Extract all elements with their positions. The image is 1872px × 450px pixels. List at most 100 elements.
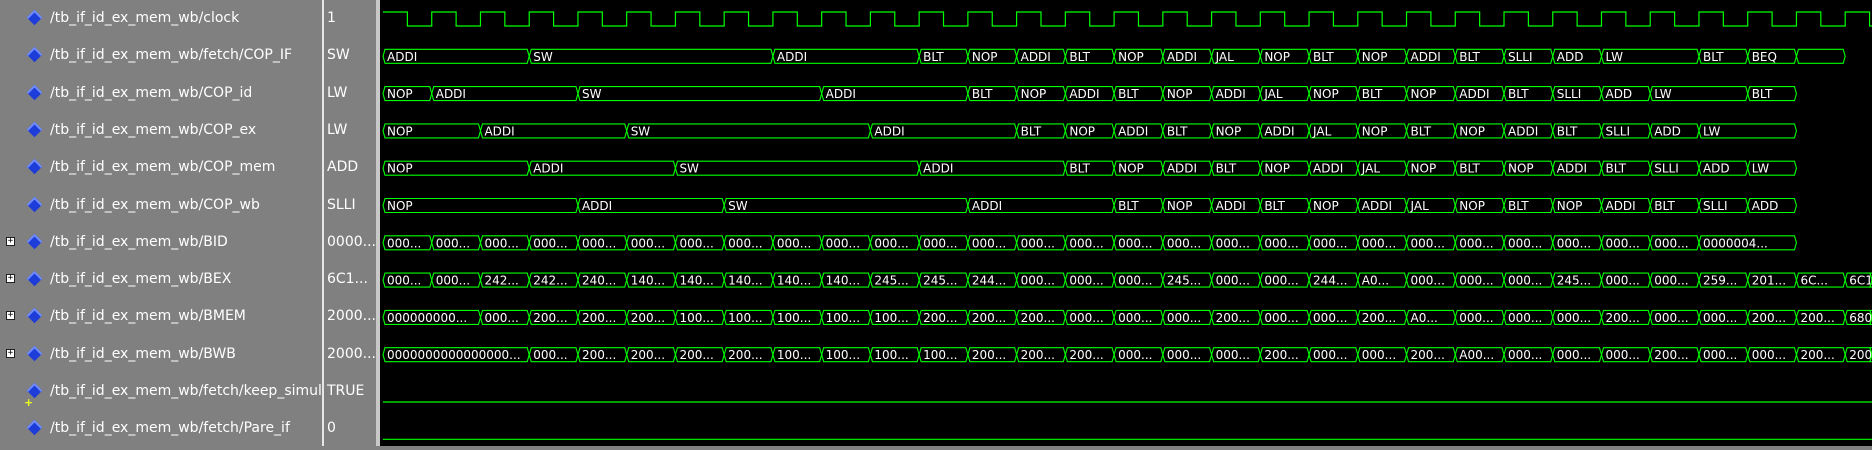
signal-row[interactable]: /tb_if_id_ex_mem_wb/fetch/COP_IF [0, 37, 322, 74]
bus-segment[interactable]: ADDI [772, 48, 920, 64]
bus-segment[interactable]: 200... [1747, 309, 1798, 325]
bus-segment[interactable]: 000... [1698, 347, 1749, 363]
bus-segment[interactable]: 140... [821, 272, 871, 288]
bus-segment[interactable]: 000... [1113, 235, 1164, 251]
bus-segment[interactable]: BLT [1064, 160, 1115, 176]
bus-segment[interactable]: 000... [1308, 347, 1359, 363]
bus-segment[interactable]: BLT [967, 86, 1018, 102]
bus-segment[interactable]: ADDI [1503, 123, 1554, 139]
bus-segment[interactable]: 200... [577, 309, 628, 325]
bus-segment[interactable]: 200... [1016, 309, 1066, 325]
bus-segment[interactable]: 240... [577, 272, 628, 288]
bus-segment[interactable]: 200... [528, 309, 579, 325]
bus-segment[interactable]: NOP [1016, 86, 1066, 102]
waveform-pane[interactable]: ADDI SW ADDI BLT NOP ADDI BLT NOP ADDI JAL NOP BLT N… [380, 0, 1872, 446]
bus-segment[interactable]: NOP [1405, 86, 1456, 102]
bus-segment[interactable]: 000... [528, 235, 579, 251]
bus-segment[interactable]: BLT [1454, 160, 1505, 176]
bus-segment[interactable]: 000... [1600, 347, 1651, 363]
signal-row[interactable]: /tb_if_id_ex_mem_wb/COP_wb [0, 187, 322, 224]
bus-segment[interactable]: NOP [382, 86, 433, 102]
bus-segment[interactable]: 000... [674, 235, 725, 251]
bus-segment[interactable]: 200... [1600, 309, 1651, 325]
bus-segment[interactable]: ADDI [479, 123, 628, 139]
bus-segment[interactable]: 200... [1357, 309, 1408, 325]
bus-segment[interactable]: 200... [918, 309, 969, 325]
bus-segment[interactable]: BLT [1552, 123, 1603, 139]
bus-segment[interactable]: 200... [1064, 347, 1115, 363]
bus-segment[interactable]: ADDI [1064, 86, 1115, 102]
bus-segment[interactable]: ADDI [1308, 160, 1359, 176]
bus-segment[interactable]: 100... [723, 309, 774, 325]
bus-segment[interactable]: 000... [626, 235, 677, 251]
bus-segment[interactable]: 242... [528, 272, 579, 288]
bus-segment[interactable]: NOP [1259, 48, 1310, 64]
bus-segment[interactable]: 000... [1357, 347, 1408, 363]
bus-segment[interactable]: BEQ [1747, 48, 1798, 64]
bus-segment[interactable]: 100... [772, 309, 823, 325]
bus-segment[interactable]: JAL [1405, 197, 1456, 214]
bus-segment[interactable]: 000... [1211, 235, 1261, 251]
bus-segment[interactable]: 000... [723, 235, 774, 251]
expand-toggle-icon[interactable]: + [6, 348, 15, 358]
bus-segment[interactable]: BLT [1211, 160, 1261, 176]
bus-segment[interactable]: 000... [1454, 309, 1505, 325]
bus-segment[interactable]: 000... [1454, 272, 1505, 288]
bus-segment[interactable]: 200... [967, 309, 1018, 325]
bus-segment[interactable]: 100... [918, 347, 969, 363]
bus-segment[interactable]: A00... [1454, 347, 1505, 363]
bus-segment[interactable]: SW [723, 197, 969, 214]
signal-row[interactable]: + /tb_if_id_ex_mem_wb/BMEM [0, 298, 322, 335]
bus-segment[interactable]: 245... [1162, 272, 1213, 288]
bus-segment[interactable]: 100... [674, 309, 725, 325]
bus-segment[interactable]: 000... [1211, 272, 1261, 288]
bus-segment[interactable]: 000... [1503, 347, 1554, 363]
bus-segment[interactable]: 000... [1503, 309, 1554, 325]
bus-segment[interactable]: A0... [1357, 272, 1408, 288]
bus-segment[interactable]: ADDI [1113, 123, 1164, 139]
bus-segment[interactable]: 000... [1747, 347, 1798, 363]
bus-segment[interactable]: BLT [1503, 86, 1554, 102]
bus-segment[interactable]: 000... [1308, 309, 1359, 325]
bus-segment[interactable]: 000... [869, 235, 920, 251]
bus-segment[interactable]: BLT [1503, 197, 1554, 214]
bus-segment[interactable]: 000... [382, 272, 433, 288]
bus-segment[interactable]: ADDI [1016, 48, 1066, 64]
bus-segment[interactable]: 140... [772, 272, 823, 288]
bus-segment[interactable]: NOP [382, 123, 482, 139]
bus-segment[interactable]: ADD [1747, 197, 1798, 214]
bus-segment[interactable]: NOP [382, 197, 579, 214]
bus-segment[interactable]: 000... [1357, 235, 1408, 251]
bus-segment[interactable]: SLLI [1503, 48, 1554, 64]
bus-segment[interactable]: ADD [1698, 160, 1749, 176]
bus-segment[interactable]: 200... [967, 347, 1018, 363]
bus-segment[interactable]: 200... [1211, 309, 1261, 325]
bus-segment[interactable]: BLT [1405, 123, 1456, 139]
bus-segment[interactable]: JAL [1357, 160, 1408, 176]
bus-segment[interactable]: 140... [626, 272, 677, 288]
bus-segment[interactable]: 100... [821, 309, 871, 325]
bus-segment[interactable]: 000... [1064, 235, 1115, 251]
bus-segment[interactable]: 000000000... [382, 309, 482, 325]
bus-segment[interactable]: 6C... [1795, 272, 1846, 288]
bus-segment[interactable]: 200... [1259, 347, 1310, 363]
bus-segment[interactable]: BLT [918, 48, 969, 64]
bus-segment[interactable]: BLT [1649, 197, 1700, 214]
bus-segment[interactable]: BLT [1357, 86, 1408, 102]
expand-toggle-icon[interactable]: + [6, 274, 15, 284]
bus-segment[interactable]: 0000000000000000... [382, 347, 530, 363]
bus-segment[interactable]: 000... [577, 235, 628, 251]
bus-segment[interactable]: LW [1698, 123, 1798, 139]
bus-segment[interactable]: 140... [723, 272, 774, 288]
bus-segment[interactable]: BLT [1454, 48, 1505, 64]
bus-segment[interactable]: A0... [1405, 309, 1456, 325]
bus-segment[interactable]: SLLI [1698, 197, 1749, 214]
bus-segment[interactable]: 0000004... [1698, 235, 1798, 251]
bus-segment[interactable]: JAL [1259, 86, 1310, 102]
bus-segment[interactable]: ADDI [1357, 197, 1408, 214]
bus-segment[interactable]: 000... [772, 235, 823, 251]
bus-segment[interactable]: 000... [528, 347, 579, 363]
bus-segment[interactable]: ADDI [431, 86, 579, 102]
bus-segment[interactable]: ADDI [528, 160, 677, 176]
signal-row[interactable]: + /tb_if_id_ex_mem_wb/BWB [0, 336, 322, 373]
